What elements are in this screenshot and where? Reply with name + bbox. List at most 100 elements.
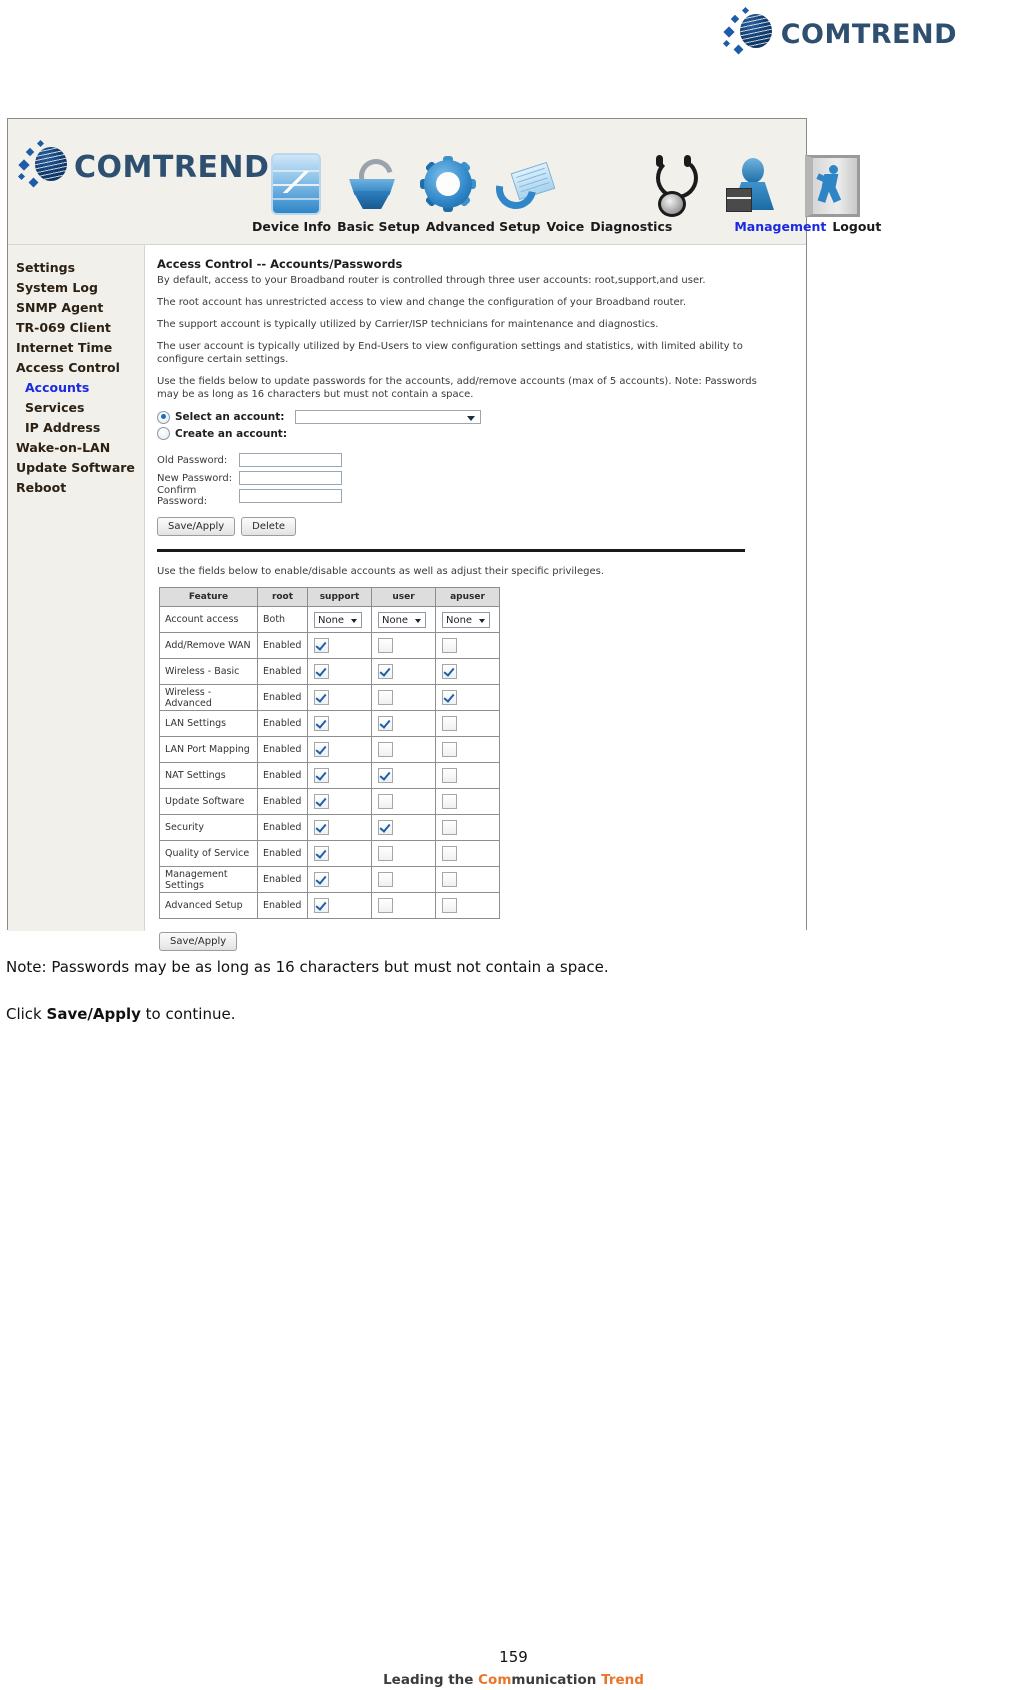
apuser-checkbox[interactable]: [442, 846, 457, 861]
apuser-checkbox[interactable]: [442, 664, 457, 679]
cell-user[interactable]: [371, 632, 436, 659]
topnav-item-basic-setup[interactable]: [334, 129, 410, 221]
old-password-input[interactable]: [239, 453, 342, 467]
cell-support[interactable]: [307, 684, 372, 711]
sidebar-item-snmp-agent[interactable]: SNMP Agent: [8, 297, 144, 317]
cell-user[interactable]: [371, 814, 436, 841]
select-account-radio[interactable]: [157, 410, 170, 424]
cell-user[interactable]: [371, 710, 436, 737]
user-checkbox[interactable]: [378, 716, 393, 731]
cell-user[interactable]: [371, 788, 436, 815]
topnav-label-management[interactable]: Management: [734, 219, 832, 234]
user-checkbox[interactable]: [378, 742, 393, 757]
delete-button[interactable]: Delete: [241, 517, 297, 536]
apuser-access-select[interactable]: None: [442, 611, 490, 628]
sidebar-item-tr069-client[interactable]: TR-069 Client: [8, 317, 144, 337]
cell-apuser[interactable]: [435, 736, 500, 763]
cell-support[interactable]: [307, 632, 372, 659]
user-checkbox[interactable]: [378, 794, 393, 809]
support-checkbox[interactable]: [314, 898, 329, 913]
cell-user[interactable]: None: [371, 606, 436, 633]
cell-apuser[interactable]: [435, 632, 500, 659]
sidebar-item-wake-on-lan[interactable]: Wake-on-LAN: [8, 437, 144, 457]
cell-user[interactable]: [371, 658, 436, 685]
save-apply-button[interactable]: Save/Apply: [157, 517, 236, 536]
select-account-row[interactable]: Select an account:: [157, 410, 796, 424]
topnav-label-device-info[interactable]: Device Info: [252, 219, 337, 234]
cell-support[interactable]: None: [307, 606, 372, 633]
cell-apuser[interactable]: [435, 762, 500, 789]
user-checkbox[interactable]: [378, 638, 393, 653]
sidebar-item-internet-time[interactable]: Internet Time: [8, 337, 144, 357]
topnav-item-advanced-setup[interactable]: [410, 129, 486, 221]
cell-support[interactable]: [307, 866, 372, 893]
new-password-input[interactable]: [239, 471, 342, 485]
cell-support[interactable]: [307, 788, 372, 815]
cell-apuser[interactable]: [435, 814, 500, 841]
sidebar-item-ip-address[interactable]: IP Address: [8, 417, 144, 437]
cell-apuser[interactable]: [435, 684, 500, 711]
apuser-checkbox[interactable]: [442, 768, 457, 783]
user-checkbox[interactable]: [378, 820, 393, 835]
cell-apuser[interactable]: [435, 788, 500, 815]
cell-user[interactable]: [371, 866, 436, 893]
user-checkbox[interactable]: [378, 898, 393, 913]
cell-user[interactable]: [371, 684, 436, 711]
apuser-checkbox[interactable]: [442, 638, 457, 653]
apuser-checkbox[interactable]: [442, 742, 457, 757]
cell-support[interactable]: [307, 814, 372, 841]
cell-support[interactable]: [307, 892, 372, 919]
sidebar-item-accounts[interactable]: Accounts: [8, 377, 144, 397]
cell-user[interactable]: [371, 762, 436, 789]
apuser-checkbox[interactable]: [442, 898, 457, 913]
support-checkbox[interactable]: [314, 768, 329, 783]
topnav-item-diagnostics[interactable]: [638, 129, 714, 221]
topnav-item-management[interactable]: [714, 129, 790, 221]
topnav-label-diagnostics[interactable]: Diagnostics: [590, 219, 734, 234]
sidebar-item-services[interactable]: Services: [8, 397, 144, 417]
cell-apuser[interactable]: [435, 658, 500, 685]
support-checkbox[interactable]: [314, 872, 329, 887]
user-checkbox[interactable]: [378, 872, 393, 887]
support-access-select[interactable]: None: [314, 611, 362, 628]
support-checkbox[interactable]: [314, 846, 329, 861]
apuser-checkbox[interactable]: [442, 716, 457, 731]
create-account-row[interactable]: Create an account:: [157, 427, 796, 440]
apuser-checkbox[interactable]: [442, 794, 457, 809]
topnav-label-voice[interactable]: Voice: [546, 219, 590, 234]
user-checkbox[interactable]: [378, 690, 393, 705]
sidebar-item-update-software[interactable]: Update Software: [8, 457, 144, 477]
topnav-item-device-info[interactable]: [258, 129, 334, 221]
cell-apuser[interactable]: None: [435, 606, 500, 633]
topnav-item-voice[interactable]: [486, 129, 562, 221]
cell-user[interactable]: [371, 736, 436, 763]
cell-apuser[interactable]: [435, 840, 500, 867]
cell-support[interactable]: [307, 736, 372, 763]
create-account-radio[interactable]: [157, 427, 170, 440]
user-checkbox[interactable]: [378, 846, 393, 861]
cell-user[interactable]: [371, 840, 436, 867]
support-checkbox[interactable]: [314, 794, 329, 809]
support-checkbox[interactable]: [314, 690, 329, 705]
save-apply-privileges-button[interactable]: Save/Apply: [159, 932, 238, 951]
cell-support[interactable]: [307, 710, 372, 737]
cell-support[interactable]: [307, 658, 372, 685]
sidebar-item-settings[interactable]: Settings: [8, 257, 144, 277]
account-select-dropdown[interactable]: [295, 410, 482, 424]
cell-support[interactable]: [307, 762, 372, 789]
sidebar-item-reboot[interactable]: Reboot: [8, 477, 144, 497]
support-checkbox[interactable]: [314, 638, 329, 653]
sidebar-item-system-log[interactable]: System Log: [8, 277, 144, 297]
topnav-item-logout[interactable]: [790, 129, 866, 221]
cell-apuser[interactable]: [435, 710, 500, 737]
apuser-checkbox[interactable]: [442, 690, 457, 705]
topnav-label-basic-setup[interactable]: Basic Setup: [337, 219, 426, 234]
support-checkbox[interactable]: [314, 716, 329, 731]
support-checkbox[interactable]: [314, 664, 329, 679]
support-checkbox[interactable]: [314, 820, 329, 835]
cell-apuser[interactable]: [435, 866, 500, 893]
topnav-label-advanced-setup[interactable]: Advanced Setup: [426, 219, 547, 234]
topnav-label-logout[interactable]: Logout: [832, 219, 887, 234]
user-checkbox[interactable]: [378, 664, 393, 679]
cell-user[interactable]: [371, 892, 436, 919]
